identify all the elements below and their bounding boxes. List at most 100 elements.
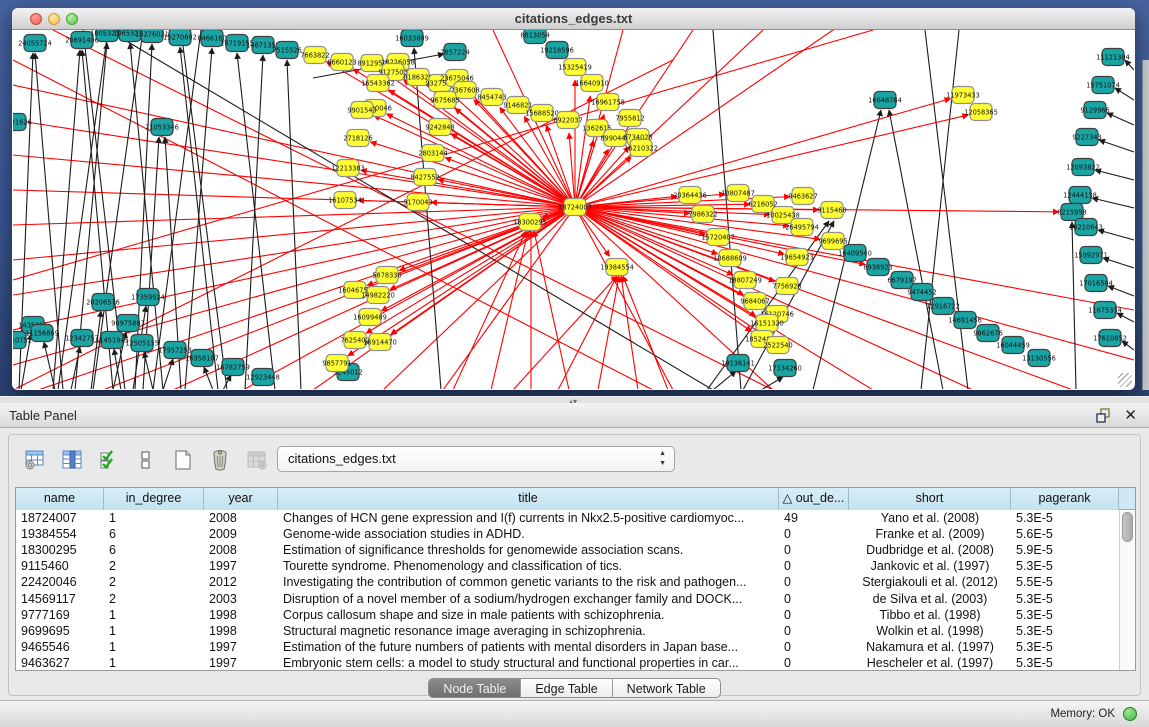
graph-node[interactable]: 12058365 — [964, 104, 998, 121]
table-row[interactable]: 2242004622012Investigating the contribut… — [16, 574, 1119, 590]
graph-node[interactable]: 11121304 — [1096, 49, 1130, 66]
graph-edge[interactable] — [761, 377, 783, 389]
graph-node[interactable]: 16033809 — [395, 30, 429, 47]
graph-edge[interactable] — [237, 53, 275, 389]
graph-node[interactable]: 19218596 — [540, 42, 574, 59]
graph-node[interactable]: 9857791 — [322, 355, 351, 372]
select-all-columns-icon[interactable] — [97, 448, 121, 472]
graph-edge[interactable] — [144, 352, 153, 389]
graph-node[interactable]: 15270602 — [163, 30, 197, 46]
memory-ok-indicator[interactable] — [1123, 707, 1137, 721]
graph-edge[interactable] — [1122, 341, 1134, 350]
graph-node[interactable]: 16648784 — [868, 92, 902, 109]
graph-node[interactable]: 16107534 — [328, 192, 362, 209]
table-row[interactable]: 1456911722003Disruption of a novel membe… — [16, 590, 1119, 606]
graph-node[interactable]: 13130556 — [1022, 350, 1056, 367]
graph-node[interactable]: 8938923 — [863, 259, 892, 276]
table-row[interactable]: 977716911998Corpus callosum shape and si… — [16, 607, 1119, 623]
graph-node[interactable]: 17334260 — [768, 360, 802, 377]
graph-edge[interactable] — [13, 120, 575, 207]
graph-node[interactable]: 21053346 — [145, 119, 179, 136]
graph-edge[interactable] — [204, 367, 213, 389]
graph-node[interactable]: 2803144 — [418, 145, 447, 162]
graph-node[interactable]: 9474452 — [907, 284, 936, 301]
graph-node[interactable]: 17016504 — [1079, 275, 1113, 292]
graph-edge[interactable] — [1095, 170, 1134, 180]
graph-node[interactable]: 19654923 — [780, 249, 814, 266]
graph-node[interactable]: 9675685 — [430, 92, 459, 109]
graph-node[interactable]: 5878330 — [372, 267, 401, 284]
graph-edge[interactable] — [713, 371, 736, 389]
graph-node[interactable]: 9170043 — [403, 194, 432, 211]
graph-node[interactable]: 20531626 — [13, 114, 32, 131]
graph-node[interactable]: 9901543 — [347, 102, 376, 119]
show-columns-icon[interactable] — [60, 448, 84, 472]
graph-edge[interactable] — [1098, 230, 1134, 240]
graph-edge[interactable] — [181, 30, 227, 389]
graph-node[interactable]: 7756928 — [772, 278, 801, 295]
graph-edge[interactable] — [575, 30, 833, 207]
graph-nodes[interactable]: 1872400724055724206914061005323710653237… — [13, 30, 1130, 386]
graph-edge[interactable] — [163, 359, 173, 389]
graph-node[interactable]: 7663822 — [300, 47, 329, 64]
graph-node[interactable]: 7986322 — [688, 206, 717, 223]
graph-node[interactable]: 9227343 — [1072, 129, 1101, 146]
graph-edge[interactable] — [245, 55, 263, 389]
network-window-titlebar[interactable]: citations_edges.txt — [12, 8, 1135, 30]
graph-edge[interactable] — [287, 60, 301, 389]
table-row[interactable]: 1830029562008Estimation of significance … — [16, 542, 1119, 558]
graph-edge[interactable] — [1108, 286, 1134, 296]
graph-edge[interactable] — [1103, 258, 1134, 268]
graph-node[interactable]: 9699695 — [818, 233, 847, 250]
graph-node[interactable]: 16782759 — [216, 359, 250, 376]
collapsed-results-panel[interactable] — [1142, 60, 1149, 390]
graph-node[interactable]: 7857224 — [440, 44, 469, 61]
table-row[interactable]: 969969511998Structural magnetic resonanc… — [16, 623, 1119, 639]
column-header-in_degree[interactable]: in_degree — [104, 488, 204, 510]
graph-node[interactable]: 11675334 — [1088, 302, 1122, 319]
graph-node[interactable]: 9115460 — [817, 202, 846, 219]
close-panel-icon[interactable]: ✕ — [1124, 406, 1137, 424]
column-header-title[interactable]: title — [278, 488, 779, 510]
graph-edge[interactable] — [575, 207, 1134, 360]
graph-edge[interactable] — [925, 30, 968, 389]
graph-node[interactable]: 15751074 — [1086, 77, 1120, 94]
unselect-all-columns-icon[interactable] — [134, 448, 158, 472]
graph-node[interactable]: 15992971 — [1074, 247, 1108, 264]
table-row[interactable]: 911546021997Tourette syndrome. Phenomeno… — [16, 558, 1119, 574]
graph-node[interactable]: 9129966 — [1080, 102, 1109, 119]
graph-node[interactable]: 12444138 — [1063, 187, 1097, 204]
graph-edge[interactable] — [13, 155, 575, 207]
graph-node[interactable]: 9862676 — [973, 325, 1002, 342]
graph-node[interactable]: 14691456 — [948, 312, 982, 329]
graph-node[interactable]: 2718126 — [343, 130, 372, 147]
graph-node[interactable]: 16640910 — [575, 75, 609, 92]
graph-edge[interactable] — [1072, 222, 1076, 389]
window-resize-grip[interactable] — [1118, 373, 1132, 387]
network-canvas[interactable]: 1872400724055724206914061005323710653237… — [13, 30, 1134, 389]
table-mode-icon[interactable] — [23, 448, 47, 472]
graph-edge[interactable] — [391, 207, 575, 335]
tab-node-table[interactable]: Node Table — [429, 679, 521, 697]
network-select-dropdown[interactable]: citations_edges.txt ▲▼ — [277, 446, 675, 472]
graph-node[interactable]: 7515526 — [272, 42, 301, 59]
table-vertical-scrollbar[interactable] — [1119, 510, 1135, 670]
graph-edge[interactable] — [889, 110, 943, 389]
graph-node[interactable]: 24055724 — [18, 35, 52, 52]
column-header-pagerank[interactable]: pagerank — [1011, 488, 1119, 510]
table-row[interactable]: 1872400712008Changes of HCN gene express… — [16, 510, 1119, 526]
table-row[interactable]: 946362711997Embryonic stem cells: a mode… — [16, 655, 1119, 671]
graph-node[interactable]: 8454743 — [477, 89, 506, 106]
float-panel-icon[interactable] — [1096, 408, 1111, 423]
graph-edge[interactable] — [44, 342, 55, 389]
column-header-year[interactable]: year — [204, 488, 278, 510]
graph-node[interactable]: 15325419 — [558, 59, 592, 76]
column-header-out_de[interactable]: △ out_de... — [779, 488, 849, 510]
graph-edge[interactable] — [1117, 313, 1134, 322]
graph-node[interactable]: 17610852 — [1093, 330, 1127, 347]
graph-edge[interactable] — [1115, 88, 1134, 100]
graph-edge[interactable] — [921, 30, 959, 389]
graph-node[interactable]: 8660123 — [327, 54, 356, 71]
tab-edge-table[interactable]: Edge Table — [521, 679, 612, 697]
network-window[interactable]: citations_edges.txt 18724007240557242069… — [12, 8, 1135, 390]
